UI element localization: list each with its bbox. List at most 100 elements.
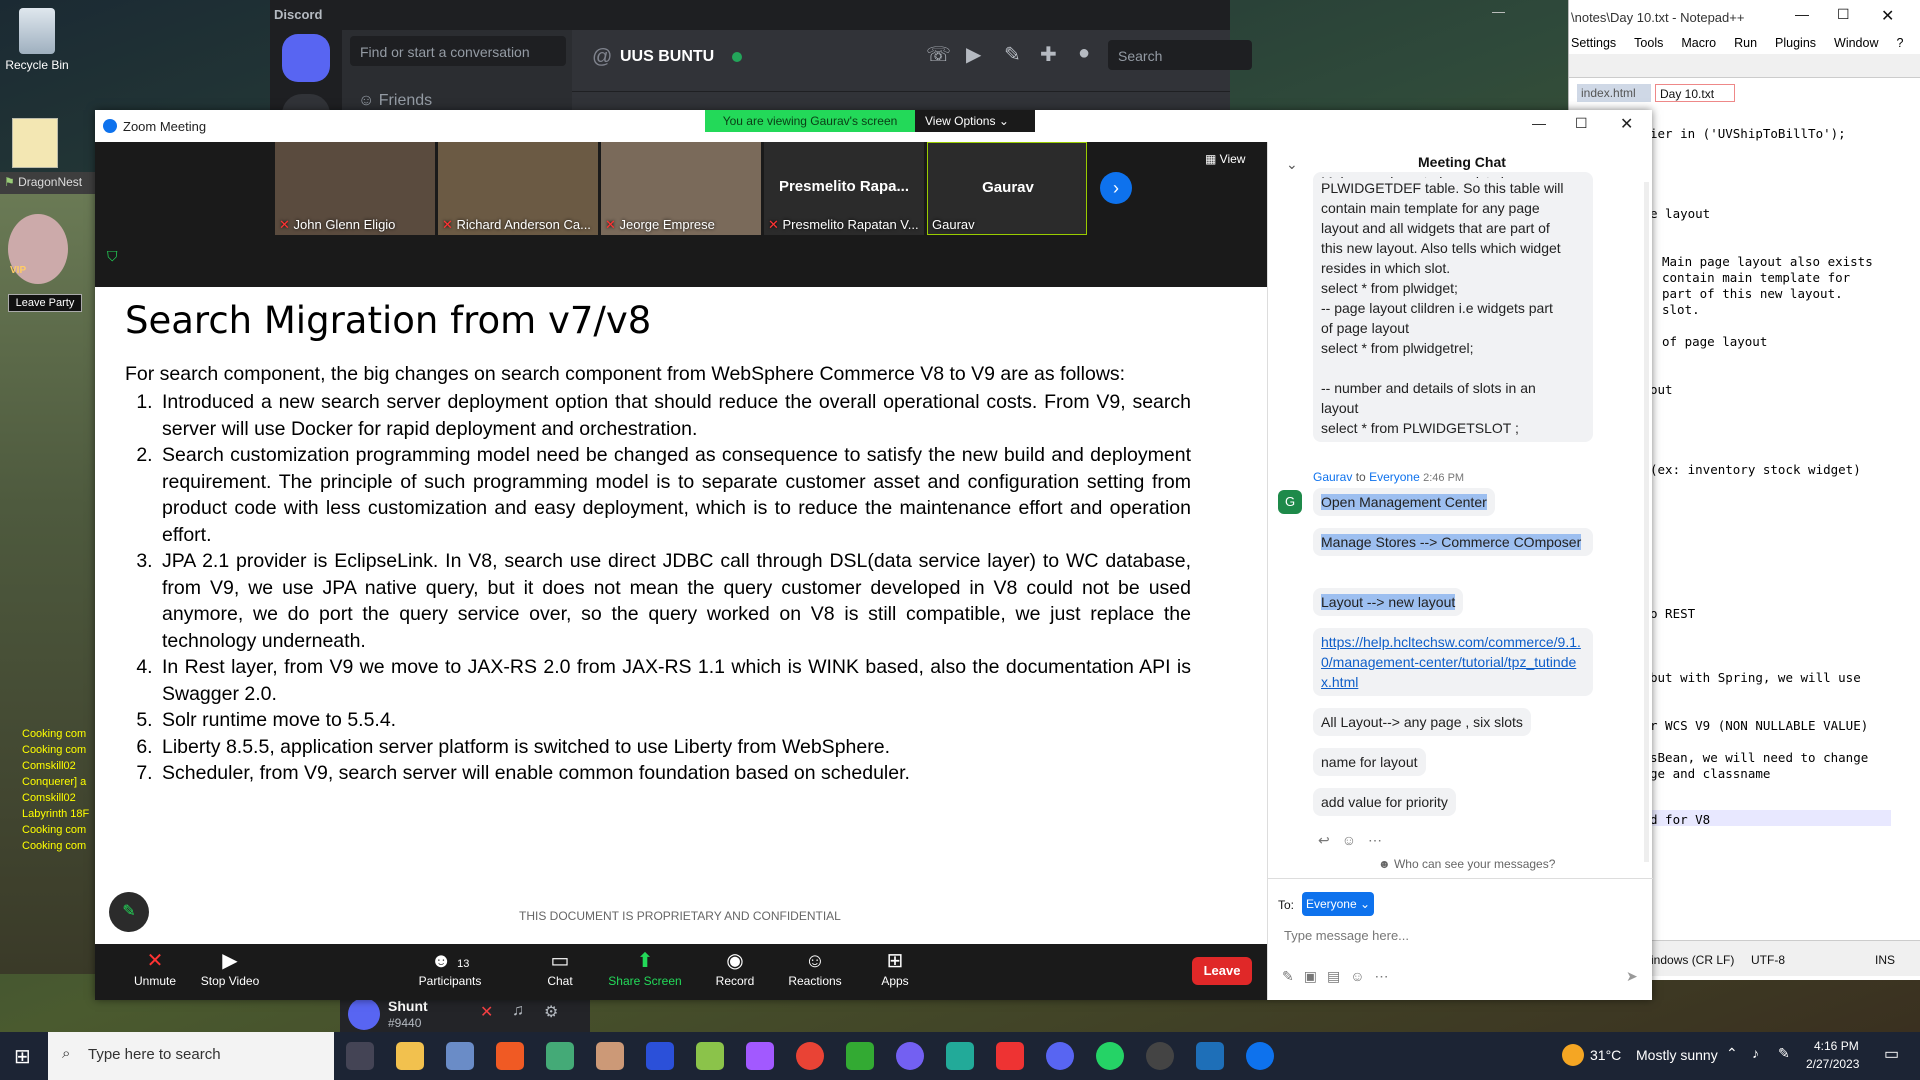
recycle-bin-desktop-icon[interactable]: Recycle Bin: [0, 8, 74, 72]
code-line: of page layout: [1662, 334, 1768, 349]
view-options-button[interactable]: View Options ⌄: [915, 110, 1035, 132]
chevron-down-icon: ⌄: [1359, 897, 1371, 911]
mic-muted-icon: ✕: [442, 217, 457, 232]
task-view-icon[interactable]: [346, 1042, 374, 1070]
dragonnest-window-label[interactable]: ⚑ DragonNest: [0, 172, 95, 194]
participant-tile[interactable]: ✕ Richard Anderson Ca...: [438, 142, 598, 235]
file-explorer-icon[interactable]: [396, 1042, 424, 1070]
tab-index-html[interactable]: index.html: [1577, 84, 1651, 102]
recipient-dropdown[interactable]: Everyone ⌄: [1302, 892, 1374, 916]
send-icon[interactable]: ➤: [1626, 968, 1638, 985]
intellij-icon[interactable]: [646, 1042, 674, 1070]
discord-home-icon[interactable]: [282, 34, 330, 82]
leave-button[interactable]: Leave: [1192, 957, 1252, 985]
app-icon[interactable]: [1146, 1042, 1174, 1070]
chat-link-message[interactable]: https://help.hcltechsw.com/commerce/9.1.…: [1313, 628, 1593, 696]
notepad-close-icon[interactable]: ✕: [1881, 6, 1894, 26]
notification-icon[interactable]: ▭: [1884, 1044, 1899, 1064]
participant-tile[interactable]: ✕ Jeorge Emprese: [601, 142, 761, 235]
emoji-icon[interactable]: ☺: [1350, 968, 1364, 985]
message-sender-line: Gaurav to Everyone 2:46 PM: [1313, 470, 1465, 484]
user-avatar[interactable]: [348, 998, 380, 1030]
apps-button[interactable]: ⊞ Apps: [855, 948, 935, 988]
headphones-icon[interactable]: ♫: [512, 1002, 524, 1020]
zoom-maximize-icon[interactable]: ☐: [1575, 115, 1588, 132]
chrome-icon[interactable]: [796, 1042, 824, 1070]
mic-muted-icon: ✕: [279, 217, 294, 232]
profile-icon[interactable]: ●: [1078, 42, 1090, 65]
notepadpp-icon[interactable]: [696, 1042, 724, 1070]
discord-minimize-icon[interactable]: —: [1492, 4, 1505, 19]
chat-message[interactable]: All Layout--> any page , six slots: [1313, 708, 1531, 736]
view-button[interactable]: ▦ View: [1205, 152, 1245, 166]
clock-date[interactable]: 2/27/2023: [1806, 1057, 1859, 1071]
figma-icon[interactable]: [746, 1042, 774, 1070]
add-reaction-icon[interactable]: ☺: [1342, 832, 1356, 849]
participant-tile[interactable]: Presmelito Rapa... ✕ Presmelito Rapatan …: [764, 142, 924, 235]
notepad-minimize-icon[interactable]: —: [1795, 6, 1809, 22]
notepad-maximize-icon[interactable]: ☐: [1837, 6, 1850, 23]
windows-start-icon[interactable]: ⊞: [14, 1044, 31, 1069]
app-icon[interactable]: [1196, 1042, 1224, 1070]
weather-temp[interactable]: 31°C: [1590, 1047, 1621, 1063]
app-icon[interactable]: [446, 1042, 474, 1070]
chat-message[interactable]: Manage Stores --> Commerce COmposer: [1313, 528, 1593, 556]
add-friend-icon[interactable]: ✚: [1040, 42, 1057, 67]
settings-gear-icon[interactable]: ⚙: [544, 1002, 558, 1022]
taskbar-search-box[interactable]: ⌕ Type here to search: [48, 1032, 334, 1080]
viber-icon[interactable]: [896, 1042, 924, 1070]
file-icon[interactable]: ▤: [1327, 968, 1340, 985]
unmute-button[interactable]: ✕ Unmute: [115, 948, 195, 988]
folder-icon[interactable]: [12, 118, 58, 168]
leave-party-button[interactable]: Leave Party: [8, 294, 82, 312]
next-page-arrow-icon[interactable]: ›: [1100, 172, 1132, 204]
app-icon[interactable]: [546, 1042, 574, 1070]
brave-icon[interactable]: [496, 1042, 524, 1070]
slide-footer: THIS DOCUMENT IS PROPRIETARY AND CONFIDE…: [519, 909, 841, 923]
share-screen-button[interactable]: ⬆ Share Screen: [595, 948, 695, 988]
app-icon[interactable]: [996, 1042, 1024, 1070]
chat-message[interactable]: add value for priority: [1313, 788, 1456, 816]
clock-time[interactable]: 4:16 PM: [1814, 1039, 1859, 1053]
call-icon[interactable]: ☏: [926, 42, 951, 67]
screenshot-icon[interactable]: ▣: [1304, 968, 1317, 985]
participant-tile-active-speaker[interactable]: Gaurav Gaurav: [927, 142, 1087, 235]
collapse-chevron-icon[interactable]: ⌄: [1286, 156, 1298, 173]
annotate-pen-icon[interactable]: ✎: [109, 892, 149, 932]
chat-message[interactable]: Open Management Center: [1313, 488, 1495, 516]
pin-icon[interactable]: ✎: [1004, 42, 1021, 67]
tab-day-10-txt[interactable]: Day 10.txt: [1655, 84, 1735, 102]
more-icon[interactable]: ⋯: [1375, 968, 1389, 985]
zoom-minimize-icon[interactable]: —: [1532, 115, 1546, 131]
zoom-taskbar-icon[interactable]: [1246, 1042, 1274, 1070]
pen-icon[interactable]: ✎: [1778, 1045, 1790, 1062]
app-icon[interactable]: [946, 1042, 974, 1070]
chat-message[interactable]: Layout --> new layout: [1313, 588, 1464, 616]
weather-text[interactable]: Mostly sunny: [1636, 1047, 1718, 1063]
app-icon[interactable]: [846, 1042, 874, 1070]
who-can-see-link[interactable]: ☻ Who can see your messages?: [1378, 857, 1555, 871]
participants-button[interactable]: ☻ 13 Participants: [395, 948, 505, 988]
format-icon[interactable]: ✎: [1282, 968, 1294, 985]
tray-chevron-icon[interactable]: ⌃: [1726, 1045, 1738, 1062]
record-button[interactable]: ◉ Record: [695, 948, 775, 988]
volume-icon[interactable]: ♪: [1752, 1045, 1759, 1061]
chat-button[interactable]: ▭ Chat: [520, 948, 600, 988]
reply-icon[interactable]: ↩: [1318, 832, 1330, 849]
chat-scrollbar[interactable]: [1644, 182, 1649, 862]
app-icon[interactable]: [596, 1042, 624, 1070]
video-call-icon[interactable]: ▶: [966, 42, 981, 67]
whatsapp-icon[interactable]: [1096, 1042, 1124, 1070]
friends-nav[interactable]: ☺ Friends: [358, 92, 432, 110]
find-conversation-input[interactable]: Find or start a conversation: [350, 36, 566, 66]
discord-search-input[interactable]: Search: [1108, 40, 1252, 70]
chat-message-input[interactable]: Type message here...: [1284, 928, 1634, 950]
chat-message[interactable]: name for layout: [1313, 748, 1426, 776]
discord-taskbar-icon[interactable]: [1046, 1042, 1074, 1070]
zoom-close-icon[interactable]: ✕: [1620, 114, 1633, 134]
reactions-button[interactable]: ☺ Reactions: [775, 948, 855, 988]
more-icon[interactable]: ⋯: [1368, 832, 1382, 849]
participant-tile[interactable]: ✕ John Glenn Eligio: [275, 142, 435, 235]
stop-video-button[interactable]: ▶ Stop Video: [190, 948, 270, 988]
mic-muted-icon[interactable]: ✕: [480, 1002, 493, 1022]
